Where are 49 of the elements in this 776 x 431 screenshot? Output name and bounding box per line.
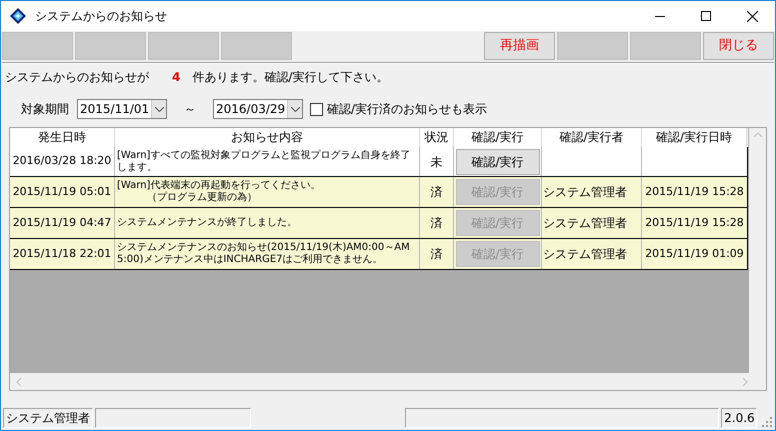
range-separator: ～: [184, 101, 196, 118]
table-cell-text: 2016/03/28 18:20: [12, 153, 112, 170]
toolbar-button[interactable]: [75, 32, 146, 60]
vertical-scrollbar[interactable]: [749, 128, 766, 373]
status-pane: 2.0.6: [721, 408, 758, 428]
checkbox[interactable]: [310, 102, 323, 116]
table-cell-text: 2015/11/19 01:09: [645, 246, 744, 262]
table-cell-text: 2015/11/19 05:01: [12, 184, 112, 200]
app-logo-icon: [9, 7, 27, 25]
table-cell-text: システム管理者: [543, 184, 627, 201]
scroll-right-icon[interactable]: [743, 378, 748, 386]
table-cell-text: 済: [430, 246, 442, 263]
horizontal-scrollbar[interactable]: [10, 373, 766, 390]
confirm-button[interactable]: 確認/実行: [456, 148, 540, 174]
toolbar-button[interactable]: [2, 32, 73, 60]
table-cell-text: [Warn]すべての監視対象プログラムと監視プログラム自身を終了します。: [117, 150, 412, 174]
table-cell-text: システム管理者: [543, 246, 627, 263]
toolbar-button[interactable]: [148, 32, 219, 60]
table-cell-text: 未: [430, 154, 442, 170]
toolbar-button[interactable]: [557, 32, 628, 60]
table-cell-text: [Warn]代表端末の再起動を行ってください。: [117, 180, 322, 192]
date-dropdown[interactable]: 2015/11/01: [77, 99, 167, 119]
table-cell-text: 済: [430, 184, 442, 201]
table-cell-text: 済: [430, 215, 442, 232]
table-cell-text: 2015/11/19 04:47: [12, 214, 112, 231]
table-cell-text: システム管理者: [543, 215, 627, 232]
notice-text: 件あります。確認/実行して下さい。: [192, 69, 388, 86]
period-label: 対象期間: [21, 101, 69, 118]
table-row[interactable]: 2016/03/28 18:20 [Warn]すべての監視対象プログラムと監視プログラム自身を終了します。 未 確認/実行: [10, 147, 747, 177]
table-row[interactable]: 2015/11/18 22:01 システムメンテナンスのお知らせ(2015/11/19(木)AM0:00～AM5:00)メンテナンス中はINCHARGE7はご利用できません。 済 確認/実行 システム管理者 2015/11/19 01:09: [10, 239, 747, 270]
maximize-icon: [701, 11, 711, 21]
notice-text: システムからのお知らせが: [5, 69, 149, 86]
window-title: システムからのお知らせ: [35, 8, 167, 25]
checkbox-label: 確認/実行済のお知らせも表示: [327, 101, 488, 118]
table-cell-text: 2015/11/19 15:28: [645, 184, 744, 200]
scroll-left-icon[interactable]: [16, 378, 21, 386]
status-pane: システム管理者: [3, 408, 93, 428]
close-icon: [746, 10, 758, 22]
toolbar-button[interactable]: [221, 32, 292, 60]
table-cell-text: 2015/11/18 22:01: [12, 246, 112, 262]
table-row[interactable]: 2015/11/19 04:47 システムメンテナンスが終了しました。 済 確認/実行 システム管理者 2015/11/19 15:28: [10, 208, 747, 239]
table-cell-text: システムメンテナンスが終了しました。: [117, 217, 298, 229]
resize-grip-icon[interactable]: [761, 416, 773, 428]
scroll-up-icon[interactable]: [754, 132, 762, 137]
date-dropdown[interactable]: 2016/03/29: [213, 99, 303, 119]
table-cell-text: 2015/11/19 15:28: [645, 214, 744, 231]
table-cell-text: （プログラム更新の為）: [146, 192, 258, 204]
table-cell-text: システムメンテナンスのお知らせ(2015/11/19(木)AM0:00～AM5:00)メンテナンス中はINCHARGE7はご利用できません。: [117, 242, 411, 266]
notice-count: 4: [172, 69, 180, 86]
